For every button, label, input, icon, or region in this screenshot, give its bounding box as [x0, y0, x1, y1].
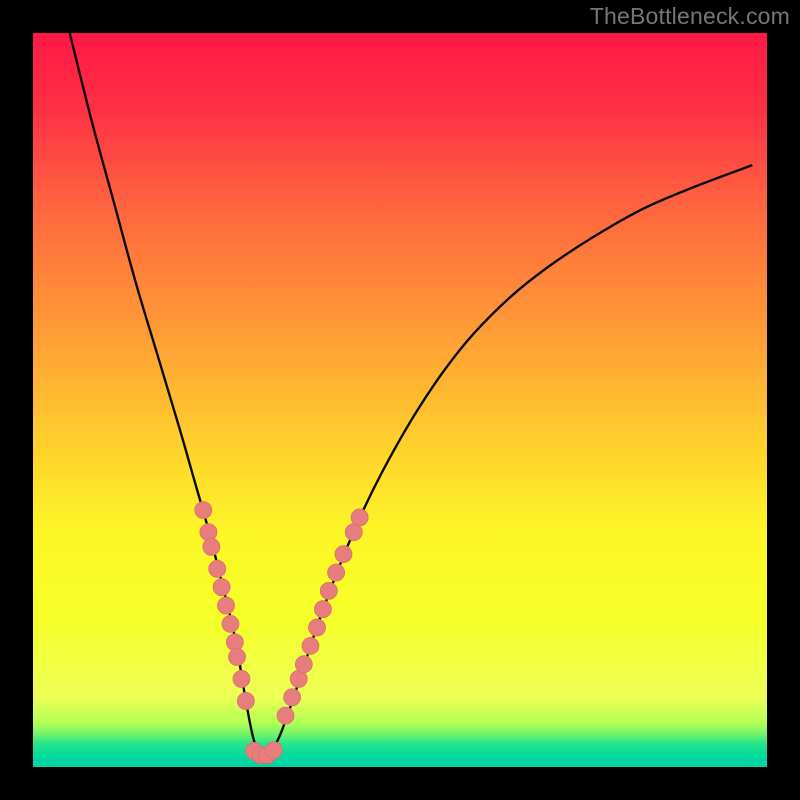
curve-marker — [218, 597, 235, 614]
gradient-background — [33, 33, 767, 767]
curve-marker — [314, 601, 331, 618]
watermark-text: TheBottleneck.com — [590, 0, 800, 30]
curve-marker — [237, 692, 254, 709]
curve-marker — [335, 546, 352, 563]
curve-marker — [284, 689, 301, 706]
curve-marker — [328, 564, 345, 581]
bottleneck-chart — [33, 33, 767, 767]
curve-marker — [265, 742, 282, 759]
curve-marker — [209, 560, 226, 577]
curve-marker — [295, 656, 312, 673]
curve-marker — [351, 509, 368, 526]
curve-marker — [309, 619, 326, 636]
curve-marker — [226, 634, 243, 651]
plot-frame-bottom — [0, 767, 800, 800]
plot-frame-left — [0, 0, 33, 800]
curve-marker — [213, 579, 230, 596]
curve-marker — [222, 615, 239, 632]
curve-marker — [195, 502, 212, 519]
curve-marker — [277, 707, 294, 724]
curve-marker — [229, 648, 246, 665]
curve-marker — [302, 637, 319, 654]
plot-frame-right — [767, 0, 800, 800]
curve-marker — [233, 670, 250, 687]
curve-marker — [200, 524, 217, 541]
curve-marker — [320, 582, 337, 599]
curve-marker — [203, 538, 220, 555]
